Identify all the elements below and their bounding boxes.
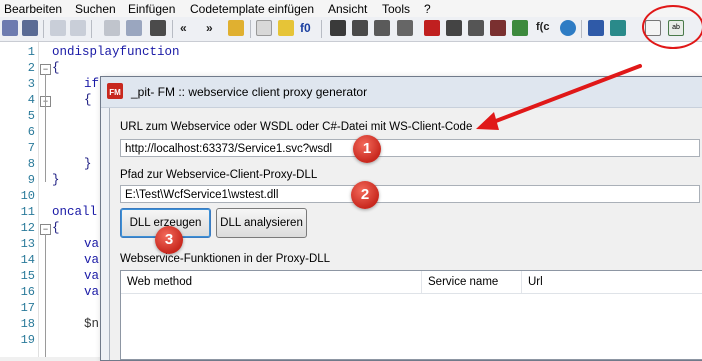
annotation-arrow (476, 64, 642, 130)
step-badge-1: 1 (353, 135, 381, 163)
step-badge-2: 2 (351, 181, 379, 209)
step-badge-3: 3 (155, 226, 183, 254)
